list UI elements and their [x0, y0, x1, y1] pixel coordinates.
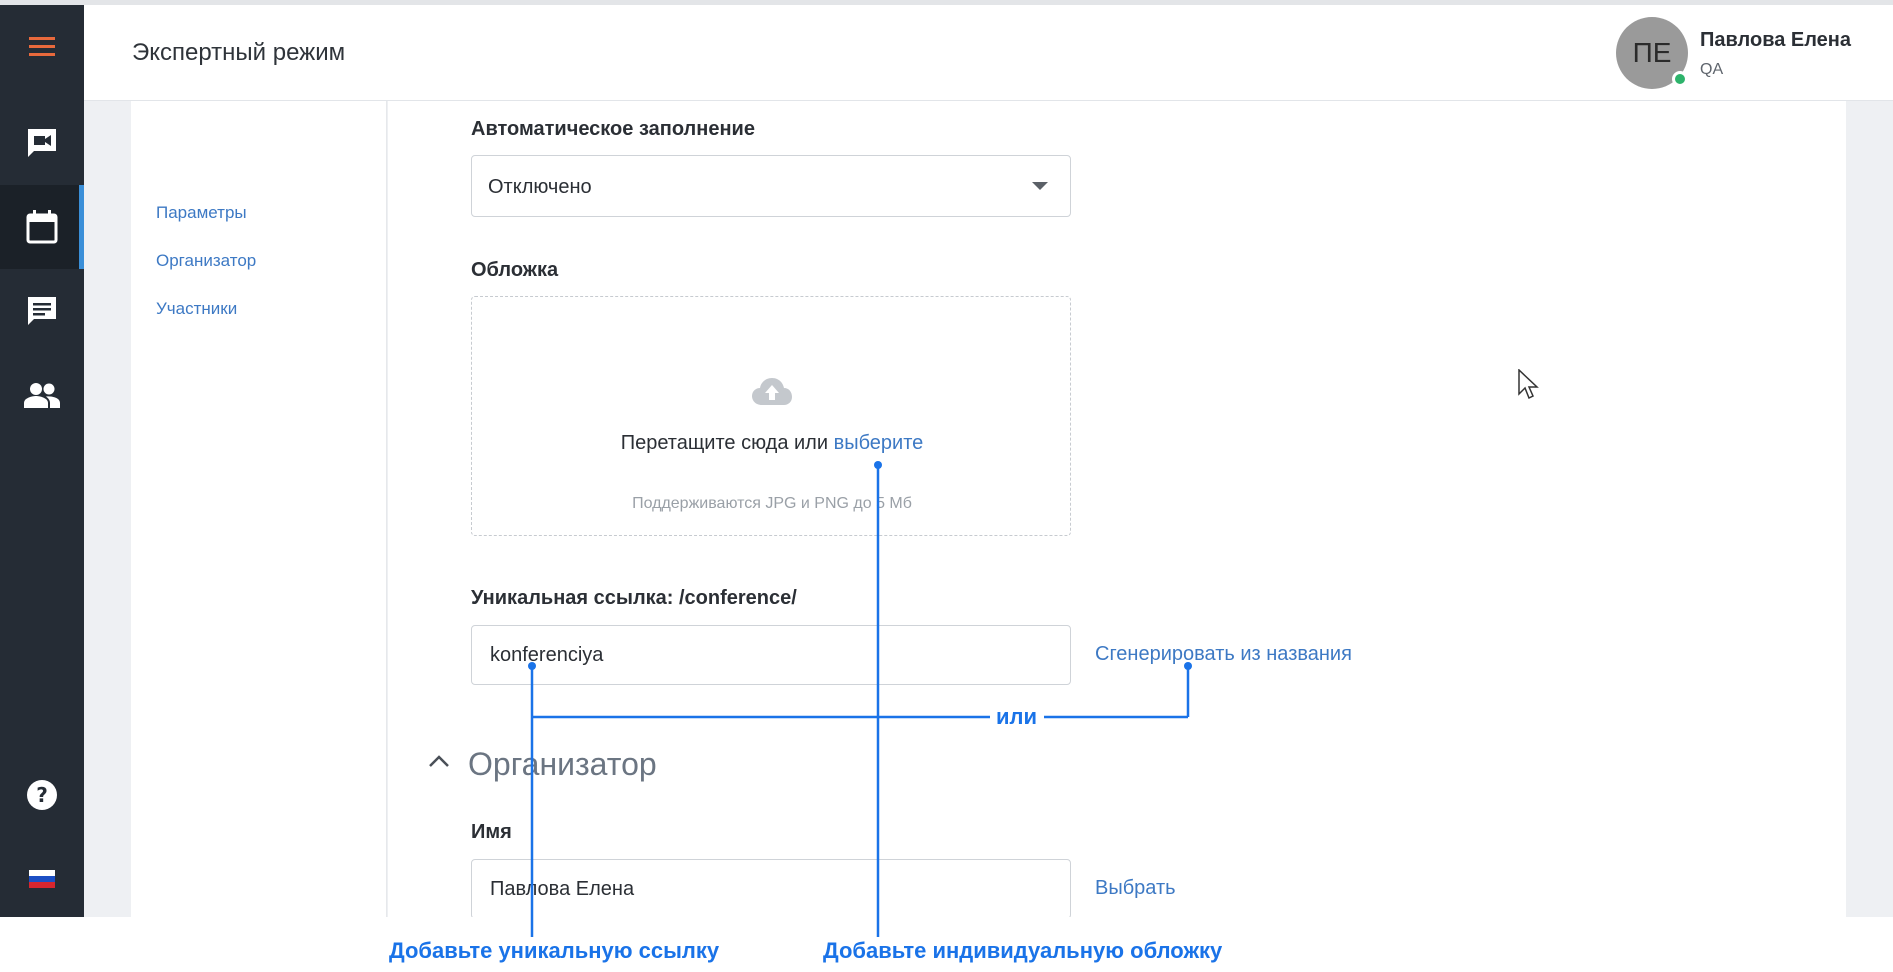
cover-label: Обложка — [471, 259, 559, 281]
svg-text:?: ? — [36, 783, 48, 807]
cloud-upload-icon — [752, 378, 792, 405]
autofill-select[interactable]: Отключено — [471, 155, 1071, 217]
page-title: Экспертный режим — [132, 39, 346, 66]
toc-item-parameters[interactable]: Параметры — [156, 203, 247, 223]
autofill-label: Автоматическое заполнение — [471, 118, 755, 140]
toc-item-organizer[interactable]: Организатор — [156, 251, 256, 271]
organizer-name-input[interactable]: Павлова Елена — [471, 859, 1071, 917]
online-status-dot — [1672, 71, 1688, 87]
slug-input[interactable]: konferenciya — [471, 625, 1071, 685]
form-panel: Автоматическое заполнение Отключено Обло… — [388, 101, 1846, 917]
chevron-down-icon — [1032, 182, 1048, 190]
language-selector[interactable] — [0, 837, 84, 917]
top-header: Экспертный режим ПЕ Павлова Елена QA — [84, 5, 1893, 101]
dropzone-text-prefix: Перетащите сюда или — [620, 432, 829, 454]
sidebar: ? — [0, 5, 84, 917]
video-chat-icon — [28, 129, 56, 157]
cover-dropzone[interactable]: Перетащите сюда или выберите Поддерживаю… — [471, 296, 1071, 536]
sidebar-item-calendar[interactable] — [0, 185, 84, 269]
help-icon: ? — [27, 780, 57, 810]
slug-label: Уникальная ссылка: /conference/ — [471, 587, 797, 609]
russian-flag-icon — [29, 870, 55, 888]
user-role: QA — [1700, 61, 1724, 78]
mouse-cursor-icon — [1518, 369, 1539, 400]
annotation-or: или — [996, 704, 1038, 729]
annotation-custom-cover: Добавьте индивидуальную обложку — [823, 938, 1223, 963]
annotation-unique-link: Добавьте уникальную ссылку — [389, 938, 720, 963]
menu-button[interactable] — [0, 5, 84, 89]
choose-file-link[interactable]: выберите — [834, 432, 924, 454]
generate-from-title-link[interactable]: Сгенерировать из названия — [1095, 643, 1352, 666]
section-title-organizer: Организатор — [468, 746, 657, 782]
dropzone-text: Перетащите сюда или выберите — [472, 432, 1072, 455]
people-icon — [24, 383, 60, 408]
user-name[interactable]: Павлова Елена — [1700, 29, 1851, 52]
sidebar-item-video-chat[interactable] — [0, 101, 84, 185]
toc-item-participants[interactable]: Участники — [156, 299, 237, 319]
calendar-icon — [26, 210, 58, 244]
menu-icon — [29, 37, 55, 56]
sidebar-item-people[interactable] — [0, 353, 84, 437]
choose-organizer-link[interactable]: Выбрать — [1095, 877, 1176, 900]
name-label: Имя — [471, 821, 512, 843]
sidebar-item-help[interactable]: ? — [0, 753, 84, 837]
dropzone-hint: Поддерживаются JPG и PNG до 5 Мб — [632, 495, 912, 512]
chevron-up-icon[interactable] — [428, 754, 450, 768]
autofill-select-value: Отключено — [488, 176, 592, 198]
app-window: ? Экспертный режим ПЕ Павлова Елена QA П… — [0, 0, 1893, 917]
sidebar-item-messages[interactable] — [0, 269, 84, 353]
section-navigation: Параметры Организатор Участники — [131, 101, 387, 917]
message-icon — [28, 297, 56, 325]
